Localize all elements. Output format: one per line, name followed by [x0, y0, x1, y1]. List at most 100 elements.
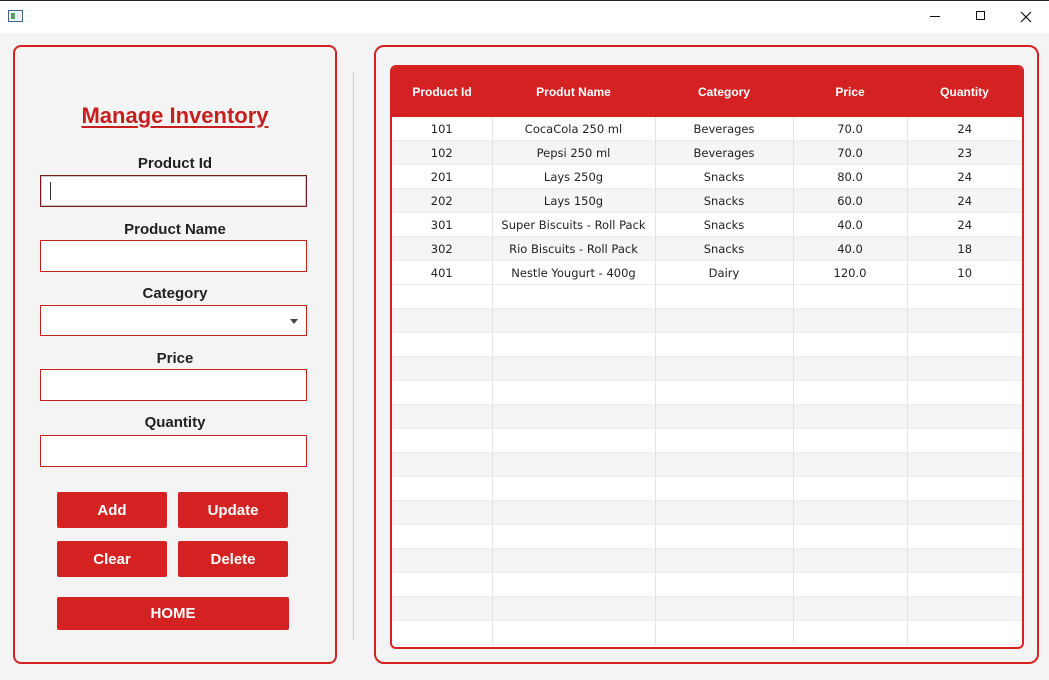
- empty-cell: [907, 476, 1022, 501]
- cell-category: Snacks: [655, 212, 794, 237]
- empty-cell: [655, 620, 794, 645]
- empty-cell: [907, 332, 1022, 357]
- window-titlebar: [0, 0, 1049, 33]
- column-header-category[interactable]: Category: [655, 67, 793, 117]
- text-cursor: [50, 182, 51, 200]
- empty-table-row: [392, 356, 1022, 381]
- cell-price: 40.0: [793, 236, 908, 261]
- empty-cell: [907, 620, 1022, 645]
- cell-product-name: Nestle Yougurt - 400g: [492, 260, 656, 285]
- table-row[interactable]: 301 Super Biscuits - Roll Pack Snacks 40…: [392, 212, 1022, 237]
- empty-cell: [492, 356, 656, 381]
- cell-quantity: 10: [907, 260, 1022, 285]
- home-button[interactable]: HOME: [57, 597, 289, 630]
- empty-table-row: [392, 572, 1022, 597]
- empty-cell: [392, 452, 493, 477]
- empty-cell: [392, 356, 493, 381]
- empty-cell: [392, 572, 493, 597]
- column-header-product-name[interactable]: Produt Name: [492, 67, 655, 117]
- empty-cell: [907, 572, 1022, 597]
- price-label: Price: [156, 350, 194, 367]
- empty-cell: [492, 284, 656, 309]
- table-row[interactable]: 202 Lays 150g Snacks 60.0 24: [392, 188, 1022, 213]
- empty-cell: [492, 332, 656, 357]
- close-button[interactable]: [1003, 1, 1049, 33]
- table-row[interactable]: 102 Pepsi 250 ml Beverages 70.0 23: [392, 140, 1022, 165]
- table-row[interactable]: 101 CocaCola 250 ml Beverages 70.0 24: [392, 117, 1022, 141]
- table-row[interactable]: 401 Nestle Yougurt - 400g Dairy 120.0 10: [392, 260, 1022, 285]
- empty-cell: [655, 524, 794, 549]
- empty-cell: [392, 380, 493, 405]
- quantity-label: Quantity: [144, 414, 206, 431]
- price-field[interactable]: [40, 369, 307, 401]
- empty-cell: [793, 500, 908, 525]
- empty-table-row: [392, 500, 1022, 525]
- column-header-product-id[interactable]: Product Id: [392, 67, 492, 117]
- add-button[interactable]: Add: [57, 492, 167, 528]
- panel-divider: [353, 72, 354, 640]
- cell-product-name: Lays 250g: [492, 164, 656, 189]
- product-name-input[interactable]: [41, 241, 306, 271]
- category-dropdown[interactable]: [40, 305, 307, 336]
- product-id-input[interactable]: [41, 176, 306, 206]
- empty-table-row: [392, 380, 1022, 405]
- quantity-field[interactable]: [40, 435, 307, 467]
- empty-cell: [793, 332, 908, 357]
- inventory-table[interactable]: Product Id Produt Name Category Price Qu…: [390, 65, 1024, 649]
- empty-cell: [392, 332, 493, 357]
- cell-price: 80.0: [793, 164, 908, 189]
- empty-cell: [907, 428, 1022, 453]
- empty-cell: [492, 620, 656, 645]
- empty-cell: [907, 356, 1022, 381]
- clear-button[interactable]: Clear: [57, 541, 167, 577]
- empty-cell: [655, 476, 794, 501]
- cell-product-name: CocaCola 250 ml: [492, 117, 656, 141]
- column-header-quantity[interactable]: Quantity: [907, 67, 1022, 117]
- empty-cell: [392, 548, 493, 573]
- update-button[interactable]: Update: [178, 492, 288, 528]
- cell-product-id: 301: [392, 212, 493, 237]
- empty-cell: [907, 596, 1022, 621]
- table-row[interactable]: 302 Rio Biscuits - Roll Pack Snacks 40.0…: [392, 236, 1022, 261]
- cell-product-id: 101: [392, 117, 493, 141]
- table-row[interactable]: 201 Lays 250g Snacks 80.0 24: [392, 164, 1022, 189]
- empty-cell: [392, 524, 493, 549]
- empty-cell: [492, 380, 656, 405]
- empty-cell: [907, 284, 1022, 309]
- empty-cell: [793, 596, 908, 621]
- empty-cell: [793, 356, 908, 381]
- cell-quantity: 24: [907, 117, 1022, 141]
- empty-cell: [655, 332, 794, 357]
- empty-cell: [655, 596, 794, 621]
- cell-product-id: 302: [392, 236, 493, 261]
- empty-cell: [655, 284, 794, 309]
- delete-button[interactable]: Delete: [178, 541, 288, 577]
- empty-cell: [793, 428, 908, 453]
- quantity-input[interactable]: [41, 436, 306, 466]
- empty-cell: [392, 284, 493, 309]
- empty-cell: [793, 452, 908, 477]
- column-header-price[interactable]: Price: [793, 67, 907, 117]
- empty-cell: [793, 572, 908, 597]
- empty-table-row: [392, 452, 1022, 477]
- empty-cell: [655, 572, 794, 597]
- maximize-button[interactable]: [958, 1, 1004, 33]
- empty-cell: [655, 548, 794, 573]
- empty-cell: [655, 308, 794, 333]
- empty-table-row: [392, 524, 1022, 549]
- product-name-field[interactable]: [40, 240, 307, 272]
- empty-cell: [492, 500, 656, 525]
- empty-cell: [793, 308, 908, 333]
- product-id-field[interactable]: [40, 175, 307, 207]
- empty-cell: [793, 284, 908, 309]
- empty-cell: [392, 500, 493, 525]
- cell-category: Snacks: [655, 188, 794, 213]
- cell-product-id: 202: [392, 188, 493, 213]
- empty-cell: [655, 428, 794, 453]
- empty-table-row: [392, 428, 1022, 453]
- cell-product-id: 201: [392, 164, 493, 189]
- cell-price: 70.0: [793, 117, 908, 141]
- empty-table-row: [392, 596, 1022, 621]
- price-input[interactable]: [41, 370, 306, 400]
- minimize-button[interactable]: [912, 1, 958, 33]
